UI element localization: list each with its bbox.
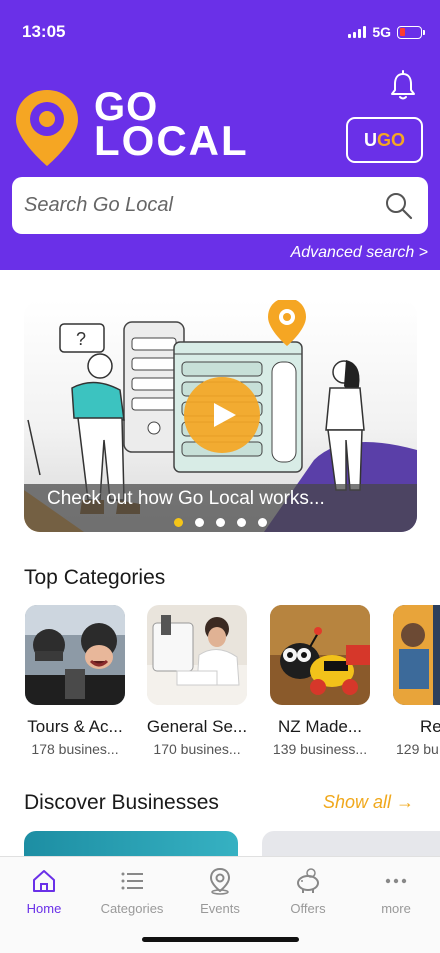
search-input[interactable] bbox=[24, 194, 384, 217]
svg-text:?: ? bbox=[76, 329, 86, 349]
category-card[interactable]: NZ Made... 139 business... bbox=[269, 605, 371, 757]
network-type: 5G bbox=[372, 24, 391, 40]
search-bar[interactable] bbox=[12, 177, 428, 234]
category-name: Tours & Ac... bbox=[27, 717, 123, 736]
category-name: NZ Made... bbox=[277, 717, 363, 736]
nav-offers[interactable]: Offers bbox=[264, 867, 352, 916]
category-card[interactable]: General Se... 170 busines... bbox=[146, 605, 248, 757]
carousel-dot[interactable] bbox=[216, 518, 225, 527]
categories-carousel[interactable]: Tours & Ac... 178 busines... General Se.… bbox=[24, 605, 440, 765]
logo-line2: LOCAL bbox=[94, 117, 249, 164]
carousel-dot[interactable] bbox=[258, 518, 267, 527]
show-all-label: Show all bbox=[322, 792, 391, 812]
show-all-link[interactable]: Show all → bbox=[323, 792, 414, 813]
logo-pin-icon bbox=[16, 90, 78, 166]
nav-label: more bbox=[381, 901, 411, 916]
play-button[interactable] bbox=[184, 377, 260, 453]
nav-label: Home bbox=[26, 901, 62, 916]
nav-label: Categories bbox=[100, 901, 164, 916]
carousel-dot[interactable] bbox=[195, 518, 204, 527]
status-indicators: 5G bbox=[348, 24, 425, 40]
search-icon[interactable] bbox=[384, 191, 414, 221]
app-screen: 13:05 5G GO LOCAL U GO Search Go Local A… bbox=[0, 0, 440, 953]
category-count: 129 bu bbox=[396, 741, 439, 757]
category-name: General Se... bbox=[146, 717, 248, 736]
carousel-dot[interactable] bbox=[237, 518, 246, 527]
bell-icon[interactable] bbox=[388, 70, 418, 102]
category-card[interactable]: Tours & Ac... 178 busines... bbox=[24, 605, 126, 757]
list-icon bbox=[121, 872, 143, 890]
go-local-logo: GO LOCAL bbox=[14, 87, 254, 168]
category-image bbox=[25, 605, 125, 705]
nav-label: Events bbox=[200, 901, 240, 916]
category-image bbox=[270, 605, 370, 705]
nav-label: Offers bbox=[290, 901, 326, 916]
ugo-button[interactable]: U GO bbox=[346, 117, 423, 163]
top-categories-title: Top Categories bbox=[24, 566, 166, 589]
advanced-search-link[interactable]: Advanced search > bbox=[291, 244, 428, 262]
signal-icon bbox=[348, 26, 367, 38]
piggy-bank-icon bbox=[297, 868, 319, 893]
home-icon bbox=[33, 870, 55, 892]
category-image bbox=[147, 605, 247, 705]
category-count: 178 busines... bbox=[31, 741, 119, 757]
ugo-go-label: GO bbox=[376, 129, 405, 150]
ugo-u-label: U bbox=[363, 129, 377, 150]
discover-businesses-title: Discover Businesses bbox=[24, 791, 219, 814]
category-count: 170 busines... bbox=[153, 741, 241, 757]
category-image bbox=[393, 605, 440, 705]
category-count: 139 business... bbox=[272, 741, 368, 757]
battery-icon bbox=[397, 25, 425, 39]
category-name: Re bbox=[420, 717, 440, 736]
arrow-right-icon: → bbox=[396, 792, 414, 812]
nav-home[interactable]: Home bbox=[0, 867, 88, 916]
nav-events[interactable]: Events bbox=[176, 867, 264, 916]
nav-categories[interactable]: Categories bbox=[88, 867, 176, 916]
home-indicator[interactable] bbox=[142, 937, 299, 942]
how-it-works-video[interactable]: ? Check out how Go Local works... bbox=[24, 300, 417, 532]
category-card[interactable]: Re 129 bu bbox=[392, 605, 440, 757]
play-icon bbox=[214, 403, 236, 427]
more-dots-icon bbox=[385, 878, 407, 884]
location-pin-icon bbox=[209, 867, 231, 895]
carousel-dots[interactable] bbox=[174, 518, 267, 527]
banner-caption: Check out how Go Local works... bbox=[47, 488, 325, 509]
logo-text: GO LOCAL bbox=[94, 87, 249, 164]
nav-more[interactable]: more bbox=[352, 867, 440, 916]
status-time: 13:05 bbox=[22, 22, 66, 41]
carousel-dot[interactable] bbox=[174, 518, 183, 527]
header: 13:05 5G GO LOCAL U GO Search Go Local A… bbox=[0, 0, 440, 270]
